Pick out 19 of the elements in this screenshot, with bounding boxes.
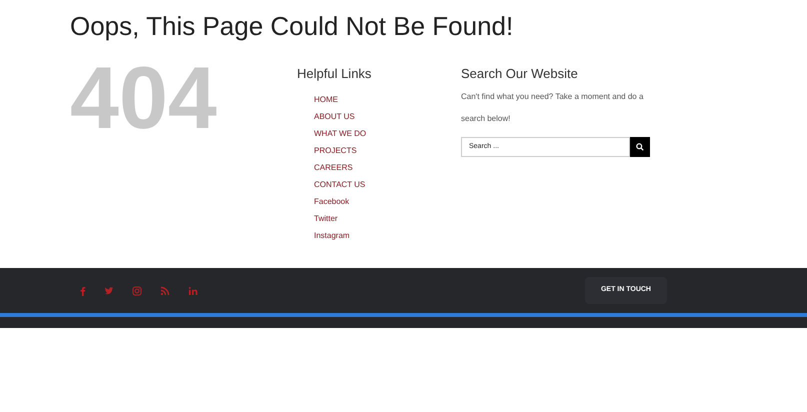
camera-icon[interactable] bbox=[132, 286, 142, 296]
nav-link[interactable]: Instagram bbox=[314, 230, 350, 242]
page-heading: Oops, This Page Could Not Be Found! bbox=[70, 10, 514, 43]
section-heading: Search Our Website bbox=[461, 65, 578, 83]
nav-link[interactable]: PROJECTS bbox=[314, 144, 357, 156]
search-button[interactable] bbox=[630, 136, 650, 156]
rss-icon[interactable] bbox=[160, 286, 170, 296]
nav-link[interactable]: Facebook bbox=[314, 196, 350, 208]
nav-link[interactable]: CONTACT US bbox=[314, 178, 366, 190]
nav-link[interactable]: Twitter bbox=[314, 212, 338, 224]
search-icon bbox=[636, 142, 644, 150]
linkedin-icon[interactable] bbox=[188, 286, 198, 296]
nav-link[interactable]: CAREERS bbox=[314, 162, 353, 174]
search-description: Can't find what you need? Take a moment and do a search below! bbox=[461, 90, 644, 124]
nav-link[interactable]: WHAT WE DO bbox=[314, 128, 366, 140]
bird-icon[interactable] bbox=[104, 286, 114, 296]
nav-link[interactable]: ABOUT US bbox=[314, 110, 355, 122]
nav-link[interactable]: HOME bbox=[314, 94, 338, 106]
section-heading: Helpful Links bbox=[297, 65, 372, 83]
